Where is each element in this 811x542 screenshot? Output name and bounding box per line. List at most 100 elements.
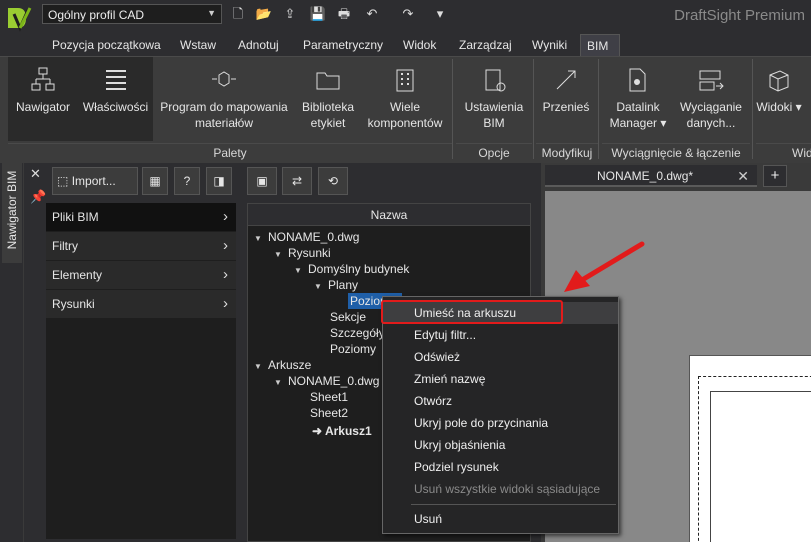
navigator-button[interactable]: Nawigator — [8, 57, 78, 141]
label-library-button[interactable]: Biblioteka etykiet — [296, 57, 360, 141]
undo-icon[interactable]: ↶ — [362, 4, 382, 24]
bim-settings-button[interactable]: Ustawienia BIM — [458, 57, 530, 141]
title-bar: Ogólny profil CAD ▼ 🗋 📂 ⇪ 💾 🖶 ↶ ↷ ▾ Draf… — [0, 0, 811, 34]
chevron-right-icon: › — [223, 266, 228, 283]
import-button[interactable]: ⬚ Import... — [52, 167, 138, 195]
expand-icon[interactable]: ▼ — [274, 247, 282, 263]
bim-file-button[interactable]: ▦ — [142, 167, 168, 195]
tab-manage[interactable]: Zarządzaj — [453, 34, 518, 56]
menu-item-open[interactable]: Otwórz — [383, 390, 618, 412]
nav-item-label: Pliki BIM — [52, 210, 99, 224]
close-icon[interactable]: ✕ — [737, 165, 749, 187]
multi-component-label: Wiele komponentów — [367, 100, 443, 130]
sheet-add-icon: ▣ — [256, 174, 268, 188]
open-folder-icon[interactable]: 📂 — [254, 4, 274, 24]
expand-icon[interactable]: ▼ — [314, 279, 322, 295]
expand-icon[interactable]: ▼ — [294, 263, 302, 279]
tab-insert[interactable]: Wstaw — [174, 34, 222, 56]
bim-navigator-side-tab[interactable]: Nawigator BIM — [2, 163, 22, 263]
tree-node[interactable]: ▼ NONAME_0.dwg — [254, 229, 359, 245]
group-modify: Modyfikuj — [536, 143, 598, 161]
tree-node[interactable]: ▼ Arkusze — [254, 357, 311, 373]
bim-settings-label: Ustawienia BIM — [464, 100, 524, 130]
draftsight-logo-icon — [8, 7, 32, 32]
print-icon[interactable]: 🖶 — [334, 4, 354, 24]
menu-item-hide-crop-box[interactable]: Ukryj pole do przycinania — [383, 412, 618, 434]
tab-view[interactable]: Widok — [397, 34, 442, 56]
import-label: Import... — [71, 174, 116, 188]
nav-item-label: Rysunki — [52, 297, 95, 311]
document-tab[interactable]: NONAME_0.dwg* ✕ — [545, 165, 757, 187]
tree-node-label: Domyślny budynek — [308, 262, 410, 276]
tree-node[interactable]: Sekcje — [330, 309, 366, 325]
nav-item-drawings[interactable]: Rysunki › — [46, 290, 236, 318]
menu-item-hide-annotations[interactable]: Ukryj objaśnienia — [383, 434, 618, 456]
side-dock-strip: Nawigator BIM — [0, 163, 24, 542]
tab-results[interactable]: Wyniki — [526, 34, 573, 56]
tree-node[interactable]: Szczegóły — [330, 325, 385, 341]
nav-item-filters[interactable]: Filtry › — [46, 232, 236, 260]
tab-home[interactable]: Pozycja początkowa — [46, 34, 167, 56]
menu-item-split-drawing[interactable]: Podziel rysunek — [383, 456, 618, 478]
menu-item-delete[interactable]: Usuń — [383, 508, 618, 530]
tree-node-active-sheet[interactable]: ➜ Arkusz1 — [312, 423, 372, 439]
cube-view-icon — [769, 70, 789, 92]
profile-dropdown[interactable]: Ogólny profil CAD ▼ — [42, 4, 222, 24]
tab-annotate[interactable]: Adnotuj — [232, 34, 285, 56]
multi-component-button[interactable]: Wiele komponentów — [362, 57, 448, 141]
properties-button[interactable]: Właściwości — [78, 57, 153, 141]
building-icon — [396, 69, 414, 92]
tree-node[interactable]: Sheet1 — [310, 389, 348, 405]
add-document-button[interactable]: + — [763, 165, 787, 187]
tree-node[interactable]: ▼ Domyślny budynek — [294, 261, 409, 277]
datalink-manager-label: Datalink Manager ▾ — [609, 100, 667, 130]
move-label: Przenieś — [542, 100, 590, 114]
tree-node[interactable]: Poziomy — [330, 341, 376, 357]
tab-bim[interactable]: BIM — [580, 34, 620, 56]
quick-access-menu-icon[interactable]: ▾ — [430, 4, 450, 24]
nav-item-bim-files[interactable]: Pliki BIM › — [46, 203, 236, 231]
upload-icon[interactable]: ⇪ — [280, 4, 300, 24]
document-link-icon — [629, 68, 646, 92]
datalink-manager-button[interactable]: Datalink Manager ▾ — [604, 57, 672, 141]
move-button[interactable]: Przenieś — [538, 57, 594, 141]
save-icon[interactable]: 💾 — [308, 4, 328, 24]
new-file-icon[interactable]: 🗋 — [228, 4, 248, 24]
expand-icon[interactable]: ▼ — [254, 231, 262, 247]
redo-icon[interactable]: ↷ — [398, 4, 418, 24]
close-icon[interactable]: ✕ — [30, 166, 41, 182]
sync-button[interactable]: ⟲ — [318, 167, 348, 195]
toggle-panel-button[interactable]: ◨ — [206, 167, 232, 195]
refresh-icon: ⇄ — [291, 174, 303, 188]
expand-icon[interactable]: ▼ — [254, 359, 262, 375]
help-button[interactable]: ? — [174, 167, 200, 195]
views-button[interactable]: Widoki ▾ — [756, 57, 802, 141]
tree-node[interactable]: ▼ Plany — [314, 277, 358, 293]
import-icon: ⬚ — [57, 174, 69, 188]
data-extraction-button[interactable]: Wyciąganie danych... — [676, 57, 746, 141]
pin-icon[interactable]: 📌 — [30, 189, 46, 205]
tree-node[interactable]: Sheet2 — [310, 405, 348, 421]
tree-node[interactable]: ▼ Rysunki — [274, 245, 331, 261]
tab-parametric[interactable]: Parametryczny — [297, 34, 389, 56]
tree-node-label: Sheet2 — [310, 406, 349, 420]
bim-file-icon: ▦ — [149, 174, 161, 188]
ribbon-separator — [752, 59, 753, 159]
menu-item-edit-filter[interactable]: Edytuj filtr... — [383, 324, 618, 346]
material-mapper-button[interactable]: Program do mapowania materiałów — [156, 57, 292, 141]
views-label: Widoki ▾ — [756, 100, 802, 114]
sync-icon: ⟲ — [327, 174, 339, 188]
nav-item-elements[interactable]: Elementy › — [46, 261, 236, 289]
refresh-button[interactable]: ⇄ — [282, 167, 312, 195]
expand-icon[interactable]: ▼ — [274, 375, 282, 391]
group-extract-link: Wyciągnięcie & łączenie — [602, 143, 750, 161]
menu-item-remove-adjacent-views: Usuń wszystkie widoki sąsiadujące — [414, 482, 601, 496]
tree-node[interactable]: ▼ NONAME_0.dwg — [274, 373, 379, 389]
arrow-right-icon: ➜ — [312, 424, 325, 438]
menu-item-rename[interactable]: Zmień nazwę — [383, 368, 618, 390]
panel-toggle-icon: ◨ — [213, 174, 225, 188]
app-title: DraftSight Premium — [674, 7, 805, 24]
menu-item-refresh[interactable]: Odśwież — [383, 346, 618, 368]
tree-node-label: Poziomy — [330, 342, 377, 356]
add-sheet-button[interactable]: ▣ — [247, 167, 277, 195]
